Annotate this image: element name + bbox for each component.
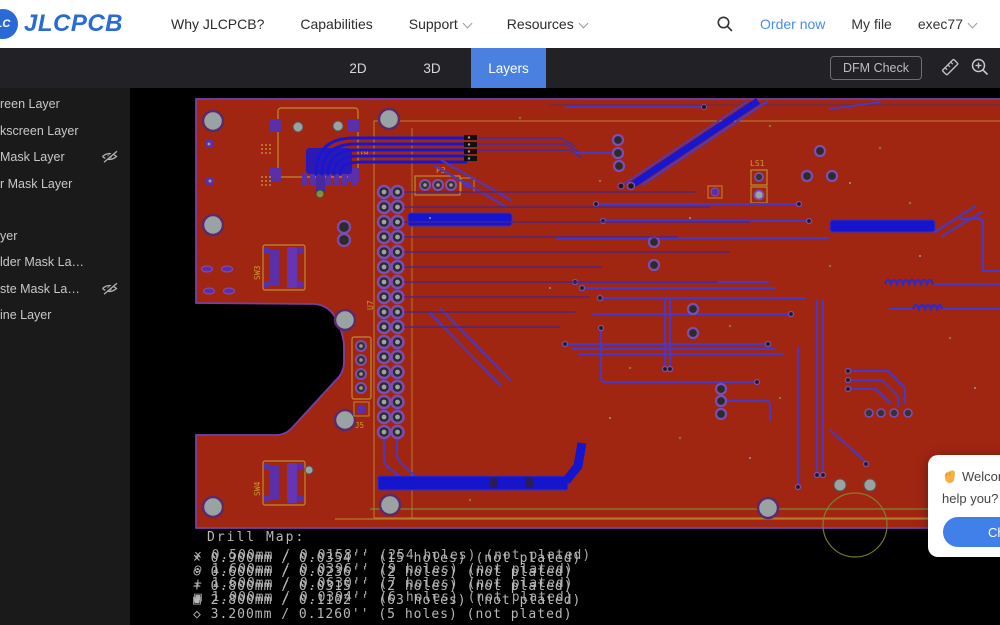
layer-item[interactable]: lder Mask La… bbox=[0, 253, 130, 271]
logo-text: JLCPCB bbox=[24, 10, 123, 38]
tab-3d[interactable]: 3D bbox=[406, 48, 458, 88]
chat-greeting-line2: help you? bbox=[942, 491, 998, 506]
layer-item[interactable]: r Mask Layer bbox=[0, 175, 130, 193]
gerber-viewer-canvas[interactable]: J8 P3 bbox=[130, 88, 1000, 625]
chat-greeting: Welcome bbox=[942, 469, 1000, 484]
my-file-link[interactable]: My file bbox=[851, 16, 891, 32]
svg-text:SW3: SW3 bbox=[253, 265, 262, 280]
tab-layers[interactable]: Layers bbox=[471, 48, 546, 88]
svg-text:J5: J5 bbox=[355, 421, 364, 430]
layer-item[interactable]: ste Mask La… bbox=[0, 280, 130, 298]
chat-widget: Welcome help you? Ch bbox=[928, 455, 1000, 557]
layer-item[interactable]: kscreen Layer bbox=[0, 122, 130, 140]
layers-sidebar: reen Layer kscreen Layer Mask Layer r Ma… bbox=[0, 88, 130, 625]
jlcpcb-logo[interactable]: LC JLCPCB bbox=[0, 9, 123, 39]
nav-item-capabilities[interactable]: Capabilities bbox=[300, 16, 372, 32]
chevron-down-icon bbox=[578, 19, 588, 29]
svg-text:U7: U7 bbox=[366, 300, 375, 310]
viewer-toolbar: 2D 3D Layers DFM Check bbox=[0, 48, 1000, 88]
ruler-icon[interactable] bbox=[940, 57, 960, 77]
layer-item[interactable]: ine Layer bbox=[0, 306, 130, 324]
main-nav: Why JLCPCB? Capabilities Support Resourc… bbox=[171, 16, 587, 32]
chevron-down-icon bbox=[462, 19, 472, 29]
top-navbar: LC JLCPCB Why JLCPCB? Capabilities Suppo… bbox=[0, 0, 1000, 48]
order-now-link[interactable]: Order now bbox=[760, 16, 825, 32]
search-icon[interactable] bbox=[716, 15, 734, 33]
drill-map-title: Drill Map: bbox=[207, 531, 305, 545]
wave-hand-icon bbox=[942, 469, 957, 484]
account-menu[interactable]: exec77 bbox=[918, 16, 976, 32]
chat-now-button[interactable]: Ch bbox=[943, 517, 1000, 547]
tab-2d[interactable]: 2D bbox=[332, 48, 384, 88]
nav-item-support[interactable]: Support bbox=[409, 16, 471, 32]
zoom-in-icon[interactable] bbox=[970, 57, 990, 77]
navbar-right: Order now My file exec77 bbox=[716, 15, 1000, 33]
dfm-check-button[interactable]: DFM Check bbox=[830, 56, 922, 80]
svg-text:LS1: LS1 bbox=[750, 159, 765, 168]
nav-item-resources[interactable]: Resources bbox=[507, 16, 587, 32]
chevron-down-icon bbox=[968, 19, 978, 29]
layer-item[interactable]: reen Layer bbox=[0, 95, 130, 113]
logo-mark: LC bbox=[0, 9, 18, 39]
layer-item[interactable]: yer bbox=[0, 227, 130, 245]
drill-map-front: × 0.900mm / 0.0354'' (15 holes) (not pla… bbox=[193, 552, 581, 622]
eye-off-icon[interactable] bbox=[101, 282, 118, 295]
eye-off-icon[interactable] bbox=[101, 150, 118, 163]
svg-text:SW4: SW4 bbox=[253, 481, 262, 496]
nav-item-why-jlcpcb[interactable]: Why JLCPCB? bbox=[171, 16, 264, 32]
layer-item[interactable]: Mask Layer bbox=[0, 148, 130, 166]
